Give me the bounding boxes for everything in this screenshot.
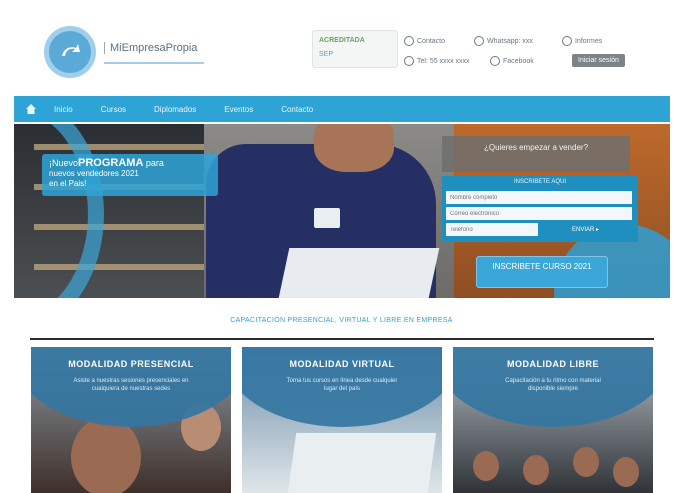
laptop-screen (287, 433, 437, 493)
person-face (613, 457, 639, 487)
card-description: Toma tus cursos en línea desde cualquier… (286, 378, 398, 392)
modality-card-virtual[interactable]: MODALIDAD VIRTUAL Toma tus cursos en lín… (242, 347, 442, 493)
person-face (473, 451, 499, 481)
envelope-icon (404, 36, 414, 46)
person-face (573, 447, 599, 477)
card-description: Asiste a nuestras sesiones presenciales … (73, 378, 189, 392)
form-question: ¿Quieres empezar a vender? (442, 136, 630, 172)
hero-banner: ¡NuevoPROGRAMA para nuevos vendedores 20… (14, 124, 670, 298)
whatsapp-label: Whatsapp: xxx (487, 37, 533, 45)
form-title: INSCRIBETE AQUI (513, 179, 566, 185)
login-button[interactable]: Iniciar sesión (572, 54, 625, 67)
logo-icon (44, 26, 96, 78)
modality-card-presencial[interactable]: MODALIDAD PRESENCIAL Asiste a nuestras s… (31, 347, 231, 493)
info-icon (562, 36, 572, 46)
hero-decoration-arc (14, 124, 104, 298)
card-title: MODALIDAD PRESENCIAL (68, 359, 194, 369)
main-nav: Inicio Cursos Diplomados Eventos Contact… (14, 96, 670, 122)
submit-button[interactable]: ENVIAR ▸ (572, 226, 599, 233)
accreditation-badge: ACREDITADA SEP (312, 30, 398, 68)
modality-card-libre[interactable]: MODALIDAD LIBRE Capacitación a tu ritmo … (453, 347, 653, 493)
promo-suffix: para (145, 158, 164, 168)
nav-item-eventos[interactable]: Eventos (210, 105, 267, 114)
signup-form: ¿Quieres empezar a vender? INSCRIBETE AQ… (442, 136, 638, 244)
info-link[interactable]: Informes (562, 36, 602, 46)
phone-link[interactable]: Tel: 55 xxxx xxxx (404, 56, 470, 66)
site-logo[interactable]: MiEmpresaPropia (40, 22, 215, 80)
enroll-cta-button[interactable]: INSCRIBETE CURSO 2021 (476, 256, 608, 288)
facebook-label: Facebook (503, 57, 534, 65)
nav-item-contacto[interactable]: Contacto (267, 105, 327, 114)
phone-icon (404, 56, 414, 66)
phone-field[interactable] (446, 223, 538, 236)
nav-item-inicio[interactable]: Inicio (40, 105, 87, 114)
nav-item-cursos[interactable]: Cursos (87, 105, 140, 114)
form-row: ENVIAR ▸ (446, 223, 634, 236)
promo-line2: nuevos vendedores 2021 (49, 169, 139, 178)
contact-links: Contacto Whatsapp: xxx Informes Tel: 55 … (404, 34, 644, 74)
facebook-link[interactable]: Facebook (490, 56, 534, 66)
logo-text: MiEmpresaPropia (104, 42, 197, 54)
hero-promo-text: ¡NuevoPROGRAMA para nuevos vendedores 20… (42, 154, 218, 196)
promo-bold: PROGRAMA (78, 157, 144, 169)
email-field[interactable] (446, 207, 632, 220)
id-badge (314, 208, 340, 228)
facebook-icon (490, 56, 500, 66)
section-divider (30, 338, 654, 340)
badge-line1: ACREDITADA (319, 37, 365, 44)
info-label: Informes (575, 37, 603, 45)
logo-underline (104, 62, 204, 64)
home-icon[interactable] (22, 96, 40, 122)
name-field[interactable] (446, 191, 632, 204)
promo-prefix: ¡Nuevo (49, 158, 79, 168)
contact-link[interactable]: Contacto (404, 36, 445, 46)
card-title: MODALIDAD LIBRE (507, 359, 599, 369)
site-header: MiEmpresaPropia ACREDITADA SEP Contacto … (0, 0, 683, 92)
whatsapp-link[interactable]: Whatsapp: xxx (474, 36, 533, 46)
card-title: MODALIDAD VIRTUAL (289, 359, 395, 369)
section-headline: CAPACITACIÓN PRESENCIAL, VIRTUAL Y LIBRE… (230, 317, 453, 324)
contact-label: Contacto (417, 37, 446, 45)
person-face (71, 417, 141, 493)
promo-line3: en el Pais! (49, 179, 87, 188)
card-description: Capacitación a tu ritmo con material dis… (505, 378, 601, 392)
phone-label: Tel: 55 xxxx xxxx (417, 57, 470, 65)
promo-line1: ¡NuevoPROGRAMA para (49, 158, 211, 169)
badge-line2: SEP (319, 51, 334, 58)
hero-person-head (314, 124, 394, 172)
nav-item-diplomados[interactable]: Diplomados (140, 105, 210, 114)
form-box: INSCRIBETE AQUI ENVIAR ▸ (442, 176, 638, 242)
person-face (523, 455, 549, 485)
parcel (278, 248, 440, 298)
whatsapp-icon (474, 36, 484, 46)
